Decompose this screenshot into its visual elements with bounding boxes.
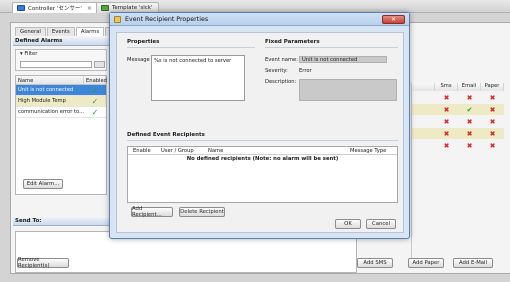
disabled-x-icon[interactable]: ✖ bbox=[481, 130, 504, 138]
description-label: Description: bbox=[265, 79, 297, 85]
alarm-name: communication error to... bbox=[18, 109, 84, 115]
alarm-name: High Module Temp bbox=[18, 98, 66, 104]
check-icon[interactable]: ✓ bbox=[84, 86, 106, 95]
ok-button[interactable]: OK bbox=[335, 219, 361, 229]
filter-button[interactable] bbox=[94, 61, 105, 68]
divider bbox=[127, 140, 398, 141]
alarm-name: Unit is not connected bbox=[18, 87, 74, 93]
tab-alarms[interactable]: Alarms bbox=[75, 27, 105, 36]
disabled-x-icon[interactable]: ✖ bbox=[458, 94, 481, 102]
col-message-type[interactable]: Message Type bbox=[350, 148, 386, 154]
remove-recipients-button[interactable]: Remove Recipient(s) bbox=[17, 257, 69, 269]
disabled-x-icon[interactable]: ✖ bbox=[435, 94, 458, 102]
col-email[interactable]: Email bbox=[458, 83, 481, 91]
add-email-button[interactable]: Add E-Mail bbox=[453, 258, 493, 268]
defined-alarms-header: Defined Alarms bbox=[13, 38, 109, 46]
col-user-group[interactable]: User / Group bbox=[161, 148, 194, 154]
disabled-x-icon[interactable]: ✖ bbox=[458, 142, 481, 150]
notification-row: ✖ ✖ ✖ bbox=[412, 128, 504, 139]
tab-events[interactable]: Events bbox=[46, 27, 75, 36]
severity-label: Severity: bbox=[265, 68, 288, 74]
notification-grid-header: Sms Email Paper bbox=[412, 83, 504, 91]
table-row[interactable]: Unit is not connected ✓ bbox=[16, 85, 106, 96]
edit-alarm-button[interactable]: Edit Alarm... bbox=[23, 179, 63, 189]
event-name-label: Event name: bbox=[265, 57, 298, 63]
notification-row: ✖ ✖ ✖ bbox=[412, 116, 504, 127]
filter-label-text: Filter bbox=[24, 51, 38, 57]
recipients-group-title: Defined Event Recipients bbox=[127, 132, 205, 138]
check-icon[interactable]: ✓ bbox=[84, 108, 106, 117]
controller-icon bbox=[17, 5, 25, 11]
empty-message: No defined recipients (Note: no alarm wi… bbox=[186, 156, 339, 162]
divider bbox=[127, 47, 255, 48]
disabled-x-icon[interactable]: ✖ bbox=[481, 106, 504, 114]
disabled-x-icon[interactable]: ✖ bbox=[481, 118, 504, 126]
col-name[interactable]: Name bbox=[208, 148, 223, 154]
notification-row: ✖ ✖ ✖ bbox=[412, 140, 504, 151]
add-sms-button[interactable]: Add SMS bbox=[357, 258, 393, 268]
alarms-table-header: Name Enabled bbox=[16, 76, 107, 85]
disabled-x-icon[interactable]: ✖ bbox=[458, 130, 481, 138]
disabled-x-icon[interactable]: ✖ bbox=[481, 94, 504, 102]
fixed-parameters-title: Fixed Parameters bbox=[265, 39, 320, 45]
severity-value: Error bbox=[299, 68, 312, 74]
disabled-x-icon[interactable]: ✖ bbox=[481, 142, 504, 150]
cancel-button[interactable]: Cancel bbox=[366, 219, 396, 229]
disabled-x-icon[interactable]: ✖ bbox=[435, 118, 458, 126]
close-icon[interactable]: ✕ bbox=[382, 15, 405, 24]
description-field bbox=[299, 79, 397, 101]
subtab-bar: General Events Alarms V bbox=[15, 27, 120, 36]
close-icon[interactable]: × bbox=[87, 5, 92, 12]
send-to-header: Send To: bbox=[13, 218, 111, 226]
disabled-x-icon[interactable]: ✖ bbox=[435, 142, 458, 150]
table-row[interactable]: communication error to... ✓ bbox=[16, 107, 106, 118]
event-recipient-dialog: Event Recipient Properties ✕ Properties … bbox=[109, 12, 410, 239]
delete-recipient-button[interactable]: Delete Recipient bbox=[179, 207, 225, 217]
filter-input[interactable] bbox=[20, 61, 92, 68]
check-icon[interactable]: ✓ bbox=[84, 97, 106, 106]
add-paper-button[interactable]: Add Paper bbox=[408, 258, 444, 268]
message-label: Message bbox=[127, 57, 150, 63]
dialog-app-icon bbox=[114, 15, 121, 23]
tab-controller-label: Controller 'センサー' bbox=[28, 6, 82, 12]
dialog-body: Properties Message %s is not connected t… bbox=[116, 32, 404, 233]
col-blank bbox=[412, 83, 435, 91]
notification-row: ✖ ✖ ✖ bbox=[412, 92, 504, 103]
filter-group: ▾ Filter bbox=[15, 49, 107, 71]
check-icon[interactable]: ✔ bbox=[458, 106, 481, 114]
disabled-x-icon[interactable]: ✖ bbox=[458, 118, 481, 126]
disabled-x-icon[interactable]: ✖ bbox=[435, 130, 458, 138]
col-sms[interactable]: Sms bbox=[435, 83, 458, 91]
disabled-x-icon[interactable]: ✖ bbox=[435, 106, 458, 114]
template-icon bbox=[101, 5, 109, 11]
col-enable[interactable]: Enable bbox=[133, 148, 151, 154]
dialog-title: Event Recipient Properties bbox=[125, 15, 209, 23]
table-row[interactable]: High Module Temp ✓ bbox=[16, 96, 106, 107]
recipients-table[interactable]: Enable User / Group Name Message Type No… bbox=[127, 146, 398, 203]
notification-grid: Sms Email Paper ✖ ✖ ✖ ✖ ✔ ✖ ✖ ✖ ✖ ✖ ✖ ✖ bbox=[411, 83, 504, 263]
divider bbox=[265, 47, 398, 48]
recipients-table-header: Enable User / Group Name Message Type bbox=[128, 147, 397, 155]
notification-row: ✖ ✔ ✖ bbox=[412, 104, 504, 115]
dialog-titlebar[interactable]: Event Recipient Properties ✕ bbox=[110, 13, 409, 26]
tab-controller[interactable]: Controller 'センサー' × bbox=[12, 2, 99, 13]
col-name[interactable]: Name bbox=[16, 76, 84, 84]
add-recipient-button[interactable]: Add Recipient... bbox=[131, 206, 173, 218]
tab-template-label: Template 'slck' bbox=[112, 5, 153, 11]
event-name-value: Unit is not connected bbox=[299, 56, 387, 63]
col-paper[interactable]: Paper bbox=[481, 83, 504, 91]
alarms-table: Name Enabled Unit is not connected ✓ Hig… bbox=[15, 75, 107, 195]
message-field[interactable]: %s is not connected to server bbox=[151, 55, 245, 101]
col-enabled[interactable]: Enabled bbox=[84, 76, 107, 84]
filter-label: ▾ Filter bbox=[20, 51, 38, 57]
tab-general[interactable]: General bbox=[15, 27, 46, 36]
properties-group-title: Properties bbox=[127, 39, 160, 45]
